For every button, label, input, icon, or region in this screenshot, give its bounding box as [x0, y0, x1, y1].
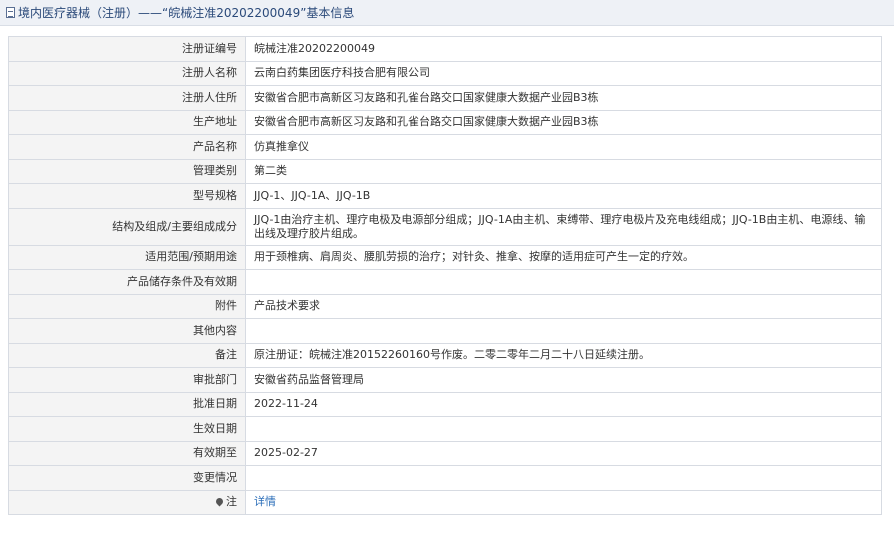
details-link[interactable]: 详情	[254, 495, 276, 508]
row-value: 安徽省药品监督管理局	[245, 367, 882, 393]
row-label: 附件	[8, 293, 246, 319]
table-row: 产品储存条件及有效期	[8, 269, 882, 295]
note-row: 注 详情	[8, 489, 882, 515]
table-row: 管理类别 第二类	[8, 158, 882, 184]
row-value: 2022-11-24	[245, 391, 882, 417]
info-table: 注册证编号 皖械注准20202200049 注册人名称 云南白药集团医疗科技合肥有限…	[8, 36, 882, 515]
table-row: 注册证编号 皖械注准20202200049	[8, 36, 882, 62]
row-value: JJQ-1由治疗主机、理疗电极及电源部分组成；JJQ-1A由主机、束缚带、理疗电…	[245, 207, 882, 246]
table-row: 产品名称 仿真推拿仪	[8, 134, 882, 160]
row-label: 备注	[8, 342, 246, 368]
table-row: 审批部门 安徽省药品监督管理局	[8, 367, 882, 393]
row-value: 皖械注准20202200049	[245, 36, 882, 62]
row-value: 云南白药集团医疗科技合肥有限公司	[245, 60, 882, 86]
row-label: 型号规格	[8, 183, 246, 209]
row-label: 变更情况	[8, 465, 246, 491]
note-label: 注	[226, 495, 237, 509]
row-label: 适用范围/预期用途	[8, 244, 246, 270]
table-row: 型号规格 JJQ-1、JJQ-1A、JJQ-1B	[8, 183, 882, 209]
row-label: 结构及组成/主要组成成分	[8, 207, 246, 246]
row-label: 其他内容	[8, 318, 246, 344]
table-row: 生产地址 安徽省合肥市高新区习友路和孔雀台路交口国家健康大数据产业园B3栋	[8, 109, 882, 135]
row-label: 生产地址	[8, 109, 246, 135]
table-row: 注册人住所 安徽省合肥市高新区习友路和孔雀台路交口国家健康大数据产业园B3栋	[8, 85, 882, 111]
row-value	[245, 416, 882, 442]
row-label: 注册人住所	[8, 85, 246, 111]
row-label: 有效期至	[8, 440, 246, 466]
table-row: 生效日期	[8, 416, 882, 442]
row-label: 产品名称	[8, 134, 246, 160]
document-icon	[6, 7, 15, 18]
table-row: 备注 原注册证：皖械注准20152260160号作废。二零二零年二月二十八日延续注…	[8, 342, 882, 368]
table-row: 变更情况	[8, 465, 882, 491]
note-value-cell: 详情	[245, 489, 882, 515]
table-row: 注册人名称 云南白药集团医疗科技合肥有限公司	[8, 60, 882, 86]
row-value: 仿真推拿仪	[245, 134, 882, 160]
row-label: 批准日期	[8, 391, 246, 417]
row-label: 注册人名称	[8, 60, 246, 86]
row-value: 产品技术要求	[245, 293, 882, 319]
row-value: 安徽省合肥市高新区习友路和孔雀台路交口国家健康大数据产业园B3栋	[245, 109, 882, 135]
table-row: 有效期至 2025-02-27	[8, 440, 882, 466]
table-row: 附件 产品技术要求	[8, 293, 882, 319]
row-label: 生效日期	[8, 416, 246, 442]
row-value: JJQ-1、JJQ-1A、JJQ-1B	[245, 183, 882, 209]
row-value: 第二类	[245, 158, 882, 184]
row-label: 审批部门	[8, 367, 246, 393]
row-value	[245, 269, 882, 295]
row-value: 用于颈椎病、肩周炎、腰肌劳损的治疗；对针灸、推拿、按摩的适用症可产生一定的疗效。	[245, 244, 882, 270]
table-row: 其他内容	[8, 318, 882, 344]
row-label: 注册证编号	[8, 36, 246, 62]
row-value	[245, 465, 882, 491]
table-row: 适用范围/预期用途 用于颈椎病、肩周炎、腰肌劳损的治疗；对针灸、推拿、按摩的适用症…	[8, 244, 882, 270]
row-label: 产品储存条件及有效期	[8, 269, 246, 295]
table-row: 结构及组成/主要组成成分 JJQ-1由治疗主机、理疗电极及电源部分组成；JJQ-1…	[8, 207, 882, 246]
table-row: 批准日期 2022-11-24	[8, 391, 882, 417]
note-label-cell: 注	[8, 489, 246, 515]
row-value: 原注册证：皖械注准20152260160号作废。二零二零年二月二十八日延续注册。	[245, 342, 882, 368]
location-pin-icon	[214, 496, 225, 507]
row-value: 2025-02-27	[245, 440, 882, 466]
row-value	[245, 318, 882, 344]
row-value: 安徽省合肥市高新区习友路和孔雀台路交口国家健康大数据产业园B3栋	[245, 85, 882, 111]
row-label: 管理类别	[8, 158, 246, 184]
page-title: 境内医疗器械（注册）——“皖械注准20202200049”基本信息	[18, 6, 355, 20]
page-header: 境内医疗器械（注册）——“皖械注准20202200049”基本信息	[0, 0, 894, 26]
